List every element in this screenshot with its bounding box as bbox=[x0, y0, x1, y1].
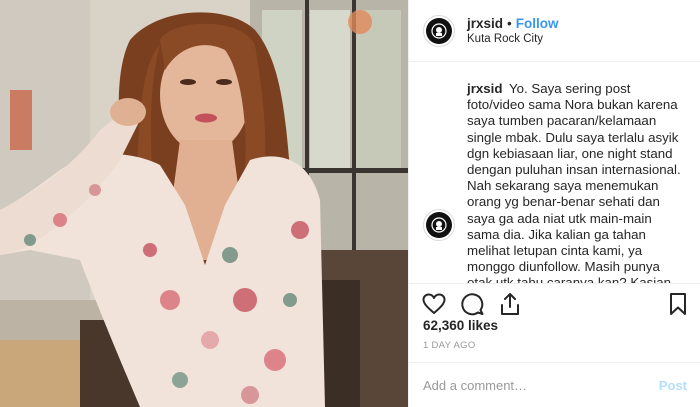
follow-button[interactable]: Follow bbox=[516, 16, 559, 31]
action-bar bbox=[409, 283, 700, 317]
likes-count[interactable]: 62,360 likes bbox=[423, 318, 498, 333]
post-sidebar: jrxsid • Follow Kuta Rock City jrxsid Yo… bbox=[408, 0, 700, 407]
username-link[interactable]: jrxsid bbox=[467, 16, 503, 31]
caption-avatar[interactable] bbox=[423, 209, 455, 241]
share-icon[interactable] bbox=[497, 291, 523, 317]
add-comment-box: Post bbox=[409, 362, 700, 407]
comments-section[interactable]: jrxsid Yo. Saya sering post foto/video s… bbox=[409, 63, 700, 283]
post-timestamp[interactable]: 1 DAY AGO bbox=[423, 340, 476, 351]
caption-username[interactable]: jrxsid bbox=[467, 81, 502, 96]
heart-icon[interactable] bbox=[421, 291, 447, 317]
avatar[interactable] bbox=[423, 14, 455, 47]
post-comment-button[interactable]: Post bbox=[659, 378, 687, 393]
separator-dot: • bbox=[507, 16, 512, 31]
photo-illustration bbox=[0, 0, 408, 407]
bookmark-icon[interactable] bbox=[665, 291, 691, 317]
comment-icon[interactable] bbox=[459, 291, 485, 317]
comment-input[interactable] bbox=[423, 377, 659, 393]
caption-row: jrxsid Yo. Saya sering post foto/video s… bbox=[423, 81, 687, 283]
avatar-logo-icon bbox=[426, 212, 452, 238]
post-header: jrxsid • Follow Kuta Rock City bbox=[409, 0, 700, 62]
avatar-logo-icon bbox=[426, 17, 452, 44]
caption-text: jrxsid Yo. Saya sering post foto/video s… bbox=[467, 81, 687, 283]
caption-body: Yo. Saya sering post foto/video sama Nor… bbox=[467, 81, 681, 283]
post-photo[interactable] bbox=[0, 0, 408, 407]
location-link[interactable]: Kuta Rock City bbox=[467, 33, 559, 45]
